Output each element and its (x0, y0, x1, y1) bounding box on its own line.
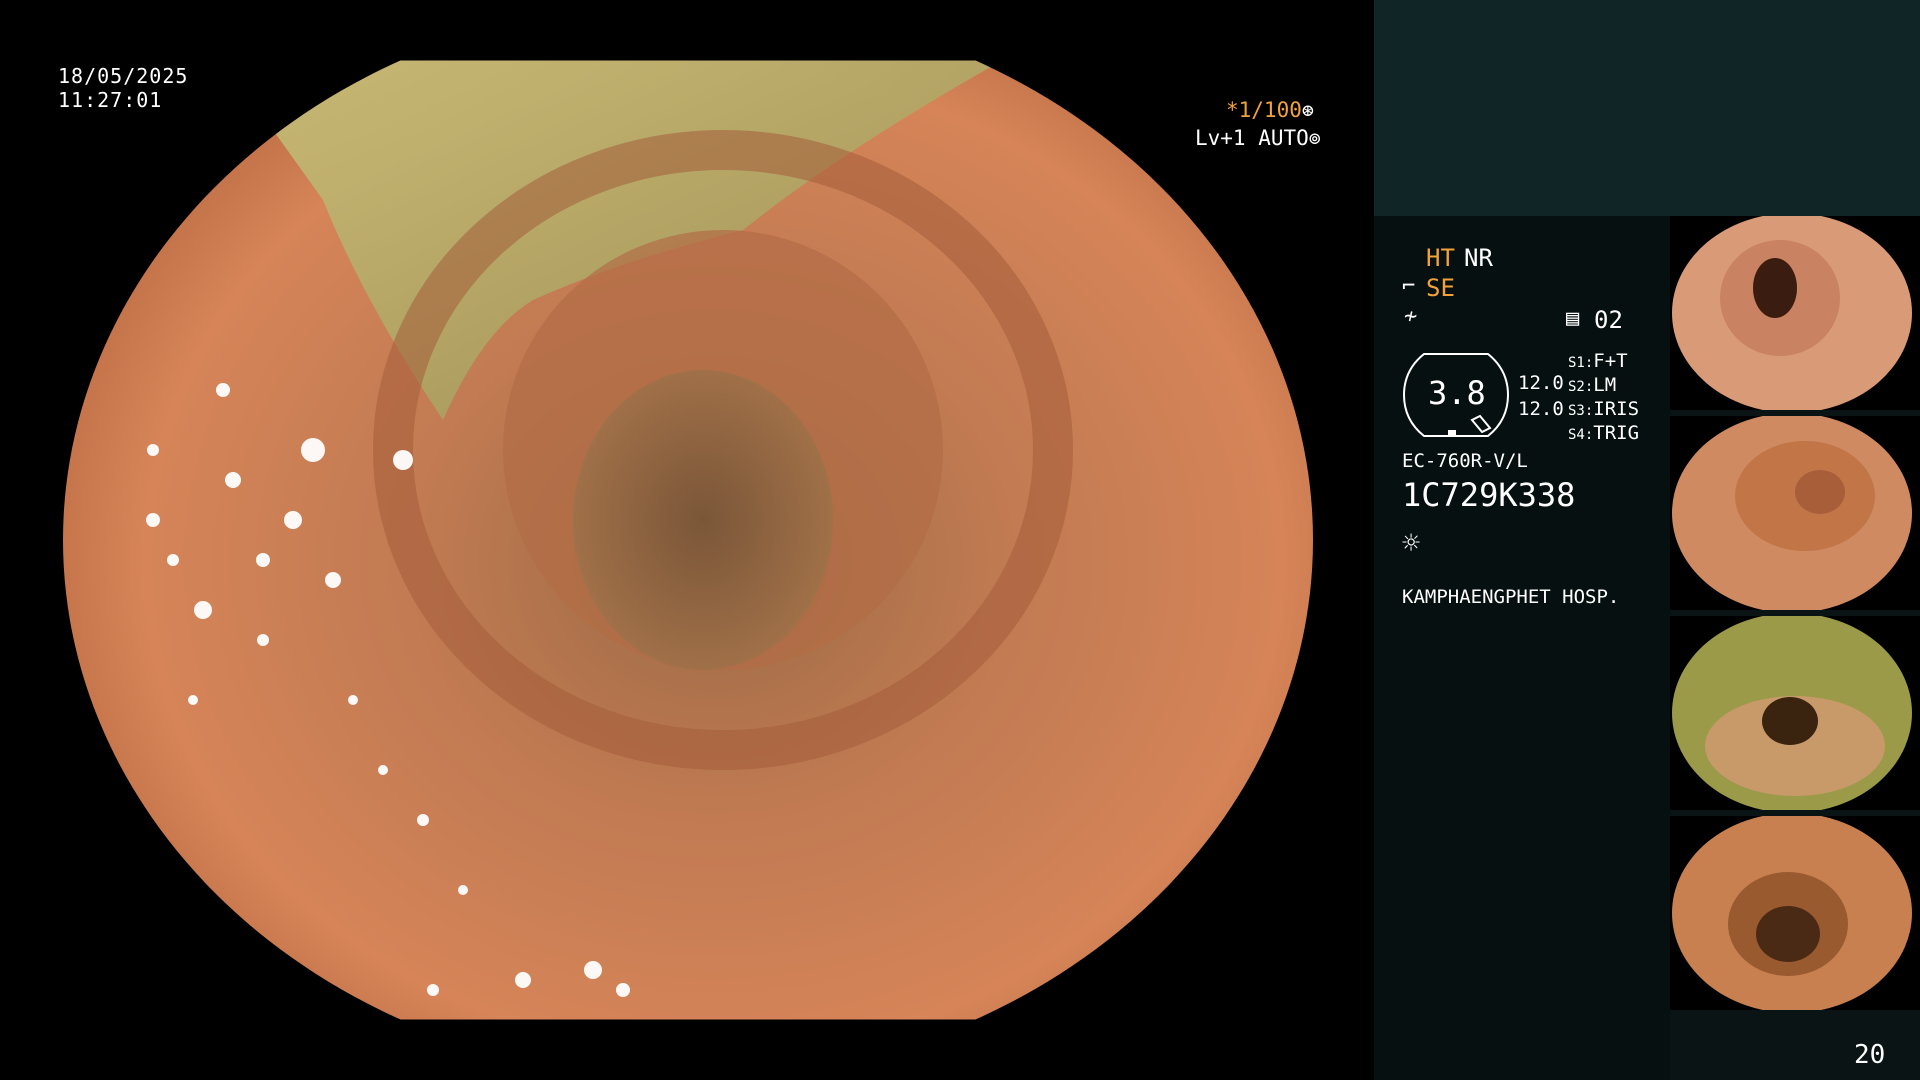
slot-key: S4: (1568, 427, 1594, 443)
mode-se: SE (1426, 274, 1455, 302)
brightness-level: Lv+1 AUTO⊚ (1195, 126, 1321, 150)
switch-slot-3: S3:IRIS (1568, 398, 1639, 420)
switch-slot-1: S1:F+T (1568, 350, 1628, 372)
switch-slot-4: S4:TRIG (1568, 422, 1639, 444)
thumbnail-3[interactable] (1670, 616, 1920, 810)
page-number: 20 (1854, 1040, 1886, 1070)
zoom-value: 3.8 (1428, 374, 1486, 412)
slot-key: S2: (1568, 379, 1594, 395)
hospital-name: KAMPHAENGPHET HOSP. (1402, 586, 1620, 608)
bracket-se-icon: ⌐ (1402, 274, 1416, 299)
thumbnail-1[interactable] (1670, 216, 1920, 410)
endoscope-image (63, 60, 1313, 1020)
memo-count: 02 (1594, 306, 1623, 334)
switch-slot-2: S2:LM (1568, 374, 1616, 396)
light-source-icon: ☼ (1402, 526, 1421, 561)
slot-value: IRIS (1593, 398, 1640, 420)
iris-icon: ⊚ (1308, 126, 1321, 150)
settings-area (1374, 216, 1670, 1080)
wave-icon: ≁ (1404, 304, 1418, 329)
slot-value: LM (1593, 374, 1617, 396)
shutter-speed: *1/100⊛ (1226, 98, 1314, 122)
info-panel: HT NR ⌐ SE ≁ ▤ 02 3.8 12.0 12.0 S1:F+T S… (1374, 0, 1920, 1080)
slot-value: F+T (1593, 350, 1628, 372)
exam-date: 18/05/2025 (58, 64, 189, 88)
panel-header-area (1374, 0, 1920, 216)
captured-thumbnails (1670, 216, 1920, 1016)
scope-model: EC-760R-V/L (1402, 450, 1528, 472)
slot-key: S1: (1568, 355, 1594, 371)
slot-value: TRIG (1593, 422, 1640, 444)
mode-ht: HT (1426, 244, 1455, 272)
slot-key: S3: (1568, 403, 1594, 419)
live-endoscope-view: 18/05/2025 11:27:01 *1/100⊛ Lv+1 AUTO⊚ (0, 0, 1374, 1080)
aperture-icon: ⊛ (1301, 98, 1314, 122)
thumbnail-2[interactable] (1670, 416, 1920, 610)
level-value: Lv+1 AUTO (1195, 126, 1309, 150)
thumbnail-4[interactable] (1670, 816, 1920, 1010)
scope-serial: 1C729K338 (1402, 476, 1576, 514)
shutter-value: *1/100 (1226, 98, 1302, 122)
exam-time: 11:27:01 (58, 88, 163, 112)
memo-icon: ▤ (1566, 306, 1580, 331)
mode-nr: NR (1464, 244, 1493, 272)
gain-value-a: 12.0 (1518, 372, 1564, 394)
gain-value-b: 12.0 (1518, 398, 1564, 420)
